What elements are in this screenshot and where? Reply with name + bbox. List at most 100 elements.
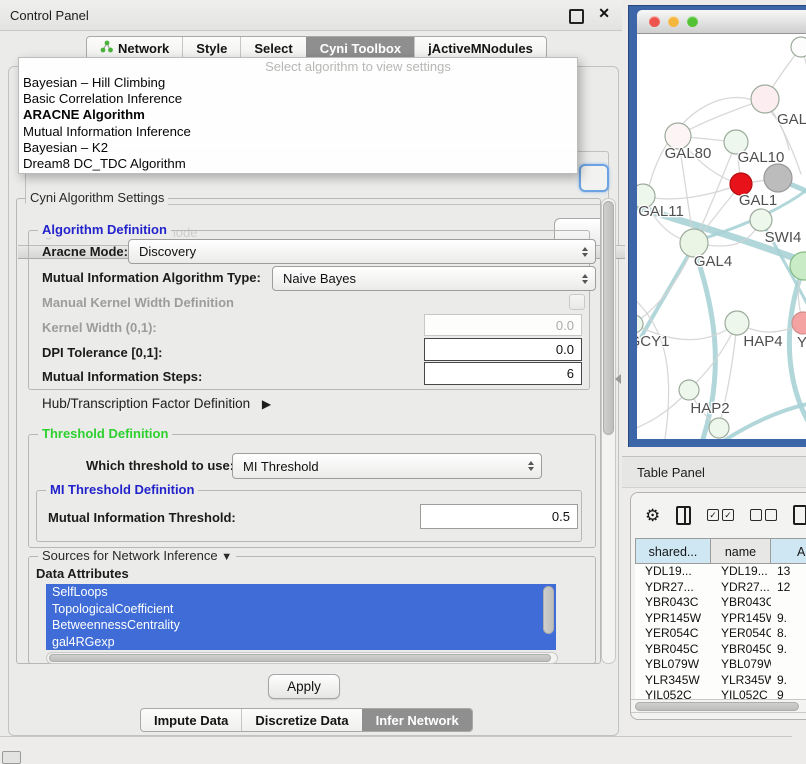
- splitter-collapse-arrow[interactable]: [615, 374, 621, 384]
- attr-list-hscrollbar[interactable]: [46, 652, 558, 664]
- table-hscrollbar-thumb[interactable]: [635, 702, 799, 711]
- table-row[interactable]: YBR045CYBR045C9.: [635, 642, 806, 658]
- table-cell: YER054C: [635, 626, 711, 642]
- tab-select[interactable]: Select: [240, 37, 305, 59]
- mi-type-combobox[interactable]: Naive Bayes: [272, 266, 596, 291]
- node-label-gal1: GAL1: [739, 192, 777, 209]
- settings-scrollbar[interactable]: [601, 198, 616, 664]
- tab-network[interactable]: Network: [87, 37, 182, 59]
- network-edge[interactable]: [722, 402, 806, 439]
- network-node[interactable]: [764, 164, 792, 192]
- network-node[interactable]: [709, 418, 729, 438]
- algorithm-option[interactable]: ARACNE Algorithm: [19, 107, 577, 123]
- attribute-item[interactable]: SelfLoops: [46, 584, 556, 601]
- tab-label: Infer Network: [376, 713, 459, 728]
- network-node-y[interactable]: [792, 312, 806, 334]
- collapse-down-icon[interactable]: ▼: [221, 551, 232, 563]
- float-icon[interactable]: [569, 9, 584, 24]
- bottom-tabstrip: Impute Data Discretize Data Infer Network: [140, 708, 473, 732]
- attribute-item[interactable]: gal4RGexp: [46, 634, 556, 651]
- network-node-gal[interactable]: [751, 85, 779, 113]
- table-row[interactable]: YBL079WYBL079W: [635, 657, 806, 673]
- which-threshold-combobox[interactable]: MI Threshold: [232, 453, 542, 479]
- attr-list-scrollbar-thumb[interactable]: [543, 586, 554, 634]
- data-attributes-list[interactable]: SelfLoopsTopologicalCoefficientBetweenne…: [46, 584, 556, 650]
- network-canvas[interactable]: GALGAL80GAL10GAL1GAL11SWI4GAL4GCY1HAP4YH…: [637, 34, 806, 439]
- unchecked-pair-icon[interactable]: [750, 509, 777, 521]
- table-hscrollbar[interactable]: [631, 699, 806, 713]
- manual-kernel-checkbox[interactable]: [569, 294, 585, 310]
- column-header-3[interactable]: A: [771, 538, 806, 564]
- network-edge[interactable]: [643, 184, 741, 199]
- checked-pair-icon[interactable]: ✓ ✓: [707, 509, 734, 521]
- node-label-gcy1: GCY1: [637, 333, 669, 350]
- control-panel-titlebar: Control Panel ✕: [0, 0, 622, 31]
- mac-zoom-button[interactable]: [687, 16, 698, 27]
- hub-definition-toggle[interactable]: Hub/Transcription Factor Definition ▶: [42, 396, 271, 411]
- network-node-hap4[interactable]: [725, 311, 749, 335]
- node-label-swi4: SWI4: [765, 229, 802, 246]
- algorithm-placeholder: Select algorithm to view settings: [19, 58, 577, 75]
- apply-button[interactable]: Apply: [268, 674, 340, 699]
- table-toolbar: ⚙ ✓ ✓: [631, 493, 806, 537]
- tab-impute-data[interactable]: Impute Data: [141, 709, 241, 731]
- aracne-mode-combobox[interactable]: Discovery: [128, 239, 596, 264]
- mini-panel-icon[interactable]: [2, 751, 21, 764]
- algorithm-list: Bayesian – Hill ClimbingBasic Correlatio…: [19, 75, 577, 172]
- tab-label: Discretize Data: [255, 713, 348, 728]
- network-node-swi4[interactable]: [750, 209, 772, 231]
- columns-icon[interactable]: [676, 506, 691, 525]
- settings-scrollbar-thumb[interactable]: [603, 201, 614, 435]
- kernel-width-label: Kernel Width (0,1):: [42, 320, 157, 335]
- network-window-titlebar[interactable]: [637, 10, 806, 34]
- attribute-item[interactable]: TopologicalCoefficient: [46, 601, 556, 618]
- tab-discretize-data[interactable]: Discretize Data: [241, 709, 361, 731]
- tab-jactivemnodules[interactable]: jActiveMNodules: [414, 37, 546, 59]
- gear-icon[interactable]: ⚙: [645, 507, 660, 524]
- node-label-gal11: GAL11: [638, 203, 684, 220]
- document-icon[interactable]: [793, 505, 806, 525]
- mi-type-value: Naive Bayes: [283, 271, 356, 286]
- table-cell: YBR045C: [635, 642, 711, 658]
- table-row[interactable]: YDR27...YDR27...12: [635, 580, 806, 596]
- algorithm-option[interactable]: Mutual Information Inference: [19, 124, 577, 140]
- aracne-mode-value: Discovery: [139, 244, 196, 259]
- table-cell: YLR345W: [635, 673, 711, 689]
- table-cell: YBR043C: [711, 595, 771, 611]
- algorithm-option[interactable]: Bayesian – K2: [19, 140, 577, 156]
- close-icon[interactable]: ✕: [598, 5, 610, 22]
- dpi-tolerance-field[interactable]: 0.0: [424, 338, 582, 361]
- sources-group-title[interactable]: Sources for Network Inference ▼: [38, 548, 236, 563]
- tab-style[interactable]: Style: [182, 37, 240, 59]
- focused-spinner-button[interactable]: [579, 164, 609, 192]
- tab-cyni-toolbox[interactable]: Cyni Toolbox: [306, 37, 414, 59]
- column-header-2[interactable]: name: [711, 538, 771, 564]
- kernel-width-field[interactable]: 0.0: [424, 314, 582, 336]
- attribute-item[interactable]: BetweennessCentrality: [46, 617, 556, 634]
- mi-threshold-field[interactable]: 0.5: [420, 504, 578, 529]
- network-node[interactable]: [791, 37, 806, 57]
- algorithm-option[interactable]: Bayesian – Hill Climbing: [19, 75, 577, 91]
- network-node-hap2[interactable]: [679, 380, 699, 400]
- algorithm-option[interactable]: Dream8 DC_TDC Algorithm: [19, 156, 577, 172]
- table-row[interactable]: YBR043CYBR043C: [635, 595, 806, 611]
- table-row[interactable]: YER054CYER054C8.: [635, 626, 806, 642]
- table-cell: 9.: [771, 642, 806, 658]
- attr-list-hscrollbar-thumb[interactable]: [49, 654, 551, 662]
- mi-steps-field[interactable]: 6: [424, 362, 582, 385]
- column-header-1[interactable]: shared...: [635, 538, 711, 564]
- mac-close-button[interactable]: [649, 16, 660, 27]
- combo-stepper-icon: [528, 461, 534, 471]
- table-cell: [771, 595, 806, 611]
- mac-minimize-button[interactable]: [668, 16, 679, 27]
- node-label-hap2: HAP2: [690, 400, 729, 417]
- expand-right-icon[interactable]: ▶: [262, 397, 271, 411]
- network-icon: [100, 40, 113, 56]
- table-row[interactable]: YPR145WYPR145W9.: [635, 611, 806, 627]
- table-row[interactable]: YLR345WYLR345W9.: [635, 673, 806, 689]
- network-edge[interactable]: [801, 47, 806, 118]
- algorithm-option[interactable]: Basic Correlation Inference: [19, 91, 577, 107]
- table-row[interactable]: YDL19...YDL19...13: [635, 564, 806, 580]
- tab-infer-network[interactable]: Infer Network: [362, 709, 472, 731]
- table-cell: YDR27...: [711, 580, 771, 596]
